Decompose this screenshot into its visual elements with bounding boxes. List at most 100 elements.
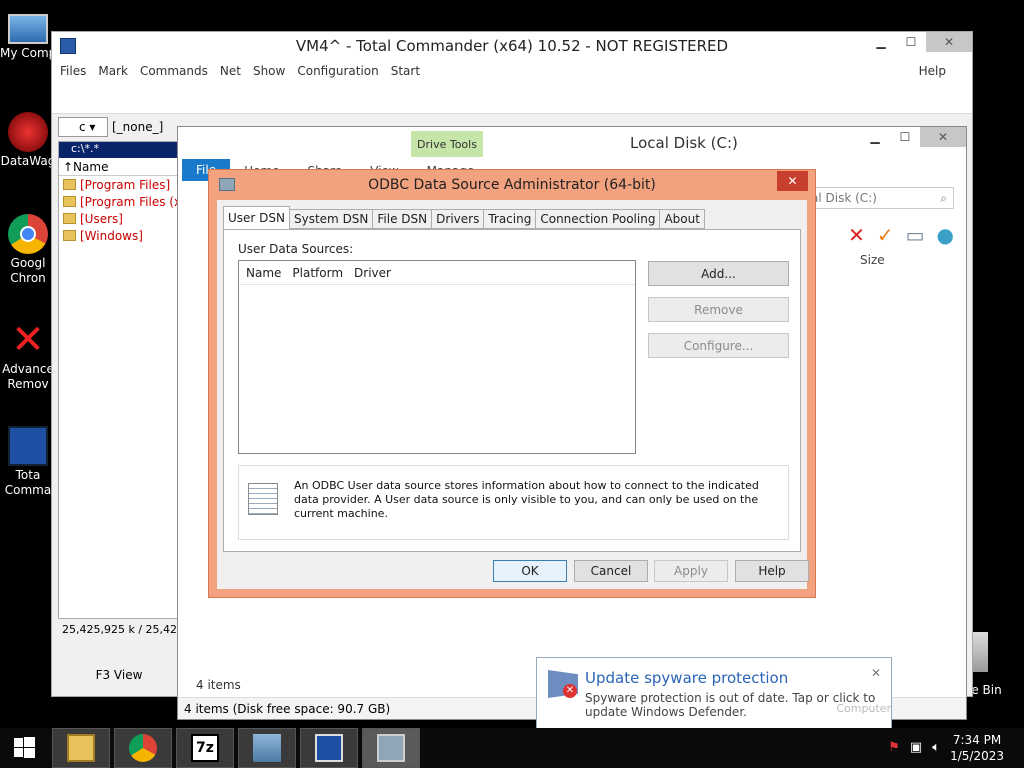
explorer-title: Local Disk (C:) [630, 134, 738, 152]
close-icon[interactable]: ✕ [920, 127, 966, 147]
tc-menu-bar: Files Mark Commands Net Show Configurati… [52, 60, 972, 82]
column-size[interactable]: Size [860, 253, 885, 267]
odbc-dialog: ODBC Data Source Administrator (64-bit) … [208, 169, 816, 598]
volume-icon[interactable]: 🔈︎ [932, 740, 940, 755]
ok-button[interactable]: OK [493, 560, 567, 582]
folder-icon [63, 179, 76, 190]
floppy-icon [315, 734, 343, 762]
list-item[interactable]: [Program Files (x86)] [59, 193, 179, 210]
f3-view-button[interactable]: F3 View [58, 668, 180, 682]
start-button[interactable] [6, 736, 40, 760]
search-icon: ⌕ [940, 191, 947, 205]
close-icon[interactable]: ✕ [777, 171, 808, 191]
folder-icon [67, 734, 95, 762]
menu-configuration[interactable]: Configuration [297, 64, 378, 78]
list-item[interactable]: [Users] [59, 210, 179, 227]
error-icon: ✕ [563, 684, 577, 698]
recycle-bin-label: le Bin [968, 683, 1002, 697]
notification-close-icon[interactable]: ✕ [871, 666, 881, 680]
odbc-icon [377, 734, 405, 762]
desktop-icon-total-commander[interactable]: Tota Comma [0, 426, 56, 498]
close-icon[interactable]: ✕ [926, 32, 972, 52]
windows-logo-icon [14, 737, 35, 758]
tab-connection-pooling[interactable]: Connection Pooling [536, 209, 661, 229]
tc-status: 25,425,925 k / 25,425,925 k [62, 623, 180, 636]
list-item[interactable]: [Program Files] [59, 176, 179, 193]
dsn-list[interactable]: Name Platform Driver [238, 260, 636, 454]
list-item[interactable]: [Windows] [59, 227, 179, 244]
tab-user-dsn[interactable]: User DSN [223, 206, 290, 229]
menu-net[interactable]: Net [220, 64, 241, 78]
minimize-icon[interactable]: ▁ [860, 127, 890, 147]
taskbar-chrome[interactable] [114, 728, 172, 768]
properties-icon[interactable]: ▭ [906, 223, 925, 247]
defender-tray-icon[interactable]: ⚑ [888, 740, 900, 755]
drive-select[interactable]: c ▾ [58, 117, 108, 137]
odbc-tabs: User DSN System DSN File DSN Drivers Tra… [223, 206, 705, 229]
desktop-icon-chrome[interactable]: Googl Chron [0, 214, 56, 286]
explorer-title-bar[interactable]: Drive Tools Local Disk (C:) ▁ ☐ ✕ [178, 127, 966, 157]
maximize-icon[interactable]: ☐ [890, 127, 920, 147]
apply-button[interactable]: Apply [654, 560, 728, 582]
info-text: An ODBC User data source stores informat… [294, 479, 759, 520]
column-driver[interactable]: Driver [347, 266, 395, 280]
tab-drivers[interactable]: Drivers [432, 209, 485, 229]
tc-title-bar[interactable]: VM4^ - Total Commander (x64) 10.52 - NOT… [52, 32, 972, 60]
explorer-item-count: 4 items [196, 678, 241, 692]
menu-commands[interactable]: Commands [140, 64, 208, 78]
defender-notification[interactable]: ✕ Update spyware protection Spyware prot… [536, 657, 892, 729]
menu-mark[interactable]: Mark [98, 64, 128, 78]
data-source-icon [248, 483, 278, 515]
explorer-ribbon-icons: ✕ ✓ ▭ ● [848, 223, 954, 247]
desktop-icon-advanced-remover[interactable]: ✕ Advance Remov [0, 320, 56, 392]
taskbar-7zip[interactable]: 7z [176, 728, 234, 768]
network-icon[interactable]: ▣ [910, 740, 922, 755]
menu-start[interactable]: Start [391, 64, 420, 78]
column-platform[interactable]: Platform [285, 266, 347, 280]
clock[interactable]: 7:34 PM 1/5/2023 [950, 732, 1004, 764]
tab-system-dsn[interactable]: System DSN [290, 209, 374, 229]
add-button[interactable]: Add... [648, 261, 789, 286]
tab-tracing[interactable]: Tracing [484, 209, 537, 229]
help-button[interactable]: Help [735, 560, 809, 582]
odbc-title: ODBC Data Source Administrator (64-bit) [368, 177, 656, 193]
menu-show[interactable]: Show [253, 64, 285, 78]
tc-toolbar [52, 82, 972, 114]
datawag-icon [8, 112, 48, 152]
maximize-icon[interactable]: ☐ [896, 32, 926, 52]
taskbar-file-explorer[interactable] [52, 728, 110, 768]
clock-time: 7:34 PM [952, 733, 1002, 747]
taskbar-control-panel[interactable] [238, 728, 296, 768]
odbc-title-bar[interactable]: ODBC Data Source Administrator (64-bit) … [209, 170, 815, 200]
taskbar-odbc[interactable] [362, 728, 420, 768]
system-tray: ⚑ ▣ 🔈︎ [888, 740, 940, 755]
minimize-icon[interactable]: ▁ [866, 32, 896, 52]
configure-button[interactable]: Configure... [648, 333, 789, 358]
floppy-icon [8, 426, 48, 466]
check-icon[interactable]: ✓ [877, 223, 894, 247]
user-data-sources-label: User Data Sources: [238, 242, 354, 256]
tc-left-panel: c:\*.* ↑Name [Program Files] [Program Fi… [58, 141, 180, 619]
cancel-button[interactable]: Cancel [574, 560, 648, 582]
globe-icon[interactable]: ● [937, 223, 954, 247]
folder-icon [63, 230, 76, 241]
drive-tools-tab[interactable]: Drive Tools [411, 131, 483, 157]
tc-title: VM4^ - Total Commander (x64) 10.52 - NOT… [295, 37, 729, 55]
desktop-icon-datawag[interactable]: DataWag [0, 112, 56, 169]
explorer-search-box[interactable]: al Disk (C:) ⌕ [804, 187, 954, 209]
odbc-body: User DSN System DSN File DSN Drivers Tra… [217, 200, 809, 589]
remove-button[interactable]: Remove [648, 297, 789, 322]
column-name[interactable]: Name [239, 266, 285, 280]
desktop-icon-my-computer[interactable]: My Comp [0, 10, 56, 61]
delete-icon[interactable]: ✕ [848, 223, 865, 247]
folder-icon [63, 213, 76, 224]
dsn-list-header: Name Platform Driver [239, 261, 635, 285]
tc-column-name[interactable]: ↑Name [59, 158, 179, 176]
menu-help[interactable]: Help [919, 64, 946, 78]
tab-file-dsn[interactable]: File DSN [373, 209, 433, 229]
control-panel-icon [253, 734, 281, 762]
tab-about[interactable]: About [660, 209, 705, 229]
drive-label: [_none_] [112, 120, 164, 134]
menu-files[interactable]: Files [60, 64, 86, 78]
taskbar-total-commander[interactable] [300, 728, 358, 768]
